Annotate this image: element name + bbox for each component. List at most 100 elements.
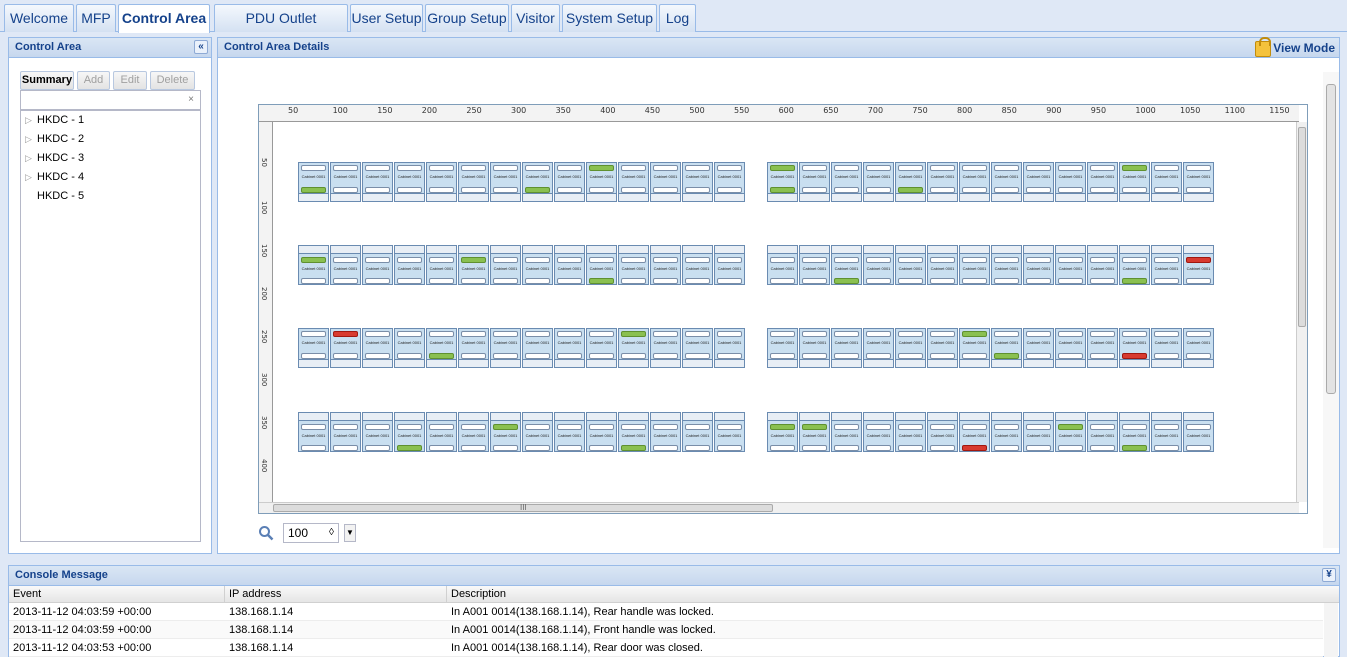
table-row[interactable]: 2013-11-12 04:03:53 +00:00 138.168.1.14 … [9, 639, 1323, 657]
rack-cabinet[interactable]: Cabinet 0001 [959, 412, 990, 452]
rack-cabinet[interactable]: Cabinet 0001 [586, 412, 617, 452]
tree-search-input[interactable]: × [20, 90, 201, 110]
rack-cabinet[interactable]: Cabinet 0001 [959, 245, 990, 285]
rack-cabinet[interactable]: Cabinet 0001 [1023, 412, 1054, 452]
rack-cabinet[interactable]: Cabinet 0001 [394, 328, 425, 368]
rack-cabinet[interactable]: Cabinet 0001 [1119, 245, 1150, 285]
rack-cabinet[interactable]: Cabinet 0001 [330, 245, 361, 285]
rack-cabinet[interactable]: Cabinet 0001 [991, 245, 1022, 285]
rack-cabinet[interactable]: Cabinet 0001 [831, 328, 862, 368]
rack-cabinet[interactable]: Cabinet 0001 [959, 162, 990, 202]
rack-cabinet[interactable]: Cabinet 0001 [1151, 162, 1182, 202]
rack-cabinet[interactable]: Cabinet 0001 [618, 328, 649, 368]
rack-cabinet[interactable]: Cabinet 0001 [426, 245, 457, 285]
rack-cabinet[interactable]: Cabinet 0001 [554, 245, 585, 285]
rack-cabinet[interactable]: Cabinet 0001 [895, 245, 926, 285]
rack-cabinet[interactable]: Cabinet 0001 [650, 412, 681, 452]
tree-item-hkdc-2[interactable]: ▷ HKDC - 2 [21, 130, 200, 149]
rack-cabinet[interactable]: Cabinet 0001 [586, 245, 617, 285]
rack-cabinet[interactable]: Cabinet 0001 [767, 162, 798, 202]
rack-cabinet[interactable]: Cabinet 0001 [362, 162, 393, 202]
rack-cabinet[interactable]: Cabinet 0001 [799, 412, 830, 452]
canvas-horizontal-scrollbar[interactable]: III [259, 502, 1299, 513]
rack-cabinet[interactable]: Cabinet 0001 [554, 328, 585, 368]
rack-cabinet[interactable]: Cabinet 0001 [1119, 412, 1150, 452]
zoom-level-input[interactable]: 100 ◊ [283, 523, 339, 543]
column-event[interactable]: Event [9, 586, 225, 603]
rack-cabinet[interactable]: Cabinet 0001 [330, 162, 361, 202]
rack-cabinet[interactable]: Cabinet 0001 [1023, 162, 1054, 202]
rack-cabinet[interactable]: Cabinet 0001 [682, 162, 713, 202]
rack-cabinet[interactable]: Cabinet 0001 [799, 328, 830, 368]
rack-cabinet[interactable]: Cabinet 0001 [1023, 245, 1054, 285]
rack-cabinet[interactable]: Cabinet 0001 [991, 412, 1022, 452]
rack-cabinet[interactable]: Cabinet 0001 [959, 328, 990, 368]
rack-cabinet[interactable]: Cabinet 0001 [1087, 162, 1118, 202]
rack-cabinet[interactable]: Cabinet 0001 [1087, 328, 1118, 368]
rack-cabinet[interactable]: Cabinet 0001 [330, 412, 361, 452]
rack-cabinet[interactable]: Cabinet 0001 [863, 412, 894, 452]
rack-cabinet[interactable]: Cabinet 0001 [895, 328, 926, 368]
edit-button[interactable]: Edit [113, 71, 147, 90]
rack-cabinet[interactable]: Cabinet 0001 [1023, 328, 1054, 368]
rack-cabinet[interactable]: Cabinet 0001 [490, 412, 521, 452]
delete-button[interactable]: Delete [150, 71, 195, 90]
tab-welcome[interactable]: Welcome [4, 4, 74, 32]
rack-cabinet[interactable]: Cabinet 0001 [618, 412, 649, 452]
rack-cabinet[interactable]: Cabinet 0001 [895, 162, 926, 202]
rack-cabinet[interactable]: Cabinet 0001 [362, 412, 393, 452]
rack-cabinet[interactable]: Cabinet 0001 [1055, 162, 1086, 202]
rack-cabinet[interactable]: Cabinet 0001 [1055, 412, 1086, 452]
rack-cabinet[interactable]: Cabinet 0001 [490, 162, 521, 202]
tab-pdu-outlet-grouping[interactable]: PDU Outlet Grouping [214, 4, 348, 52]
expand-arrow-icon[interactable]: ▷ [25, 168, 32, 187]
rack-cabinet[interactable]: Cabinet 0001 [895, 412, 926, 452]
tree-item-hkdc-5[interactable]: HKDC - 5 [21, 187, 200, 206]
rack-cabinet[interactable]: Cabinet 0001 [490, 245, 521, 285]
rack-cabinet[interactable]: Cabinet 0001 [1087, 245, 1118, 285]
rack-cabinet[interactable]: Cabinet 0001 [682, 245, 713, 285]
rack-cabinet[interactable]: Cabinet 0001 [522, 328, 553, 368]
rack-cabinet[interactable]: Cabinet 0001 [426, 162, 457, 202]
rack-cabinet[interactable]: Cabinet 0001 [1151, 328, 1182, 368]
rack-cabinet[interactable]: Cabinet 0001 [522, 162, 553, 202]
floor-plan-canvas[interactable]: 50 100 150 200 250 300 350 400 450 500 550 600 650 70… [258, 104, 1308, 514]
rack-cabinet[interactable]: Cabinet 0001 [330, 328, 361, 368]
tab-system-setup[interactable]: System Setup [562, 4, 657, 32]
tab-group-setup[interactable]: Group Setup [425, 4, 509, 32]
tree-item-hkdc-3[interactable]: ▷ HKDC - 3 [21, 149, 200, 168]
rack-cabinet[interactable]: Cabinet 0001 [831, 245, 862, 285]
rack-cabinet[interactable]: Cabinet 0001 [927, 328, 958, 368]
rack-cabinet[interactable]: Cabinet 0001 [426, 328, 457, 368]
rack-cabinet[interactable]: Cabinet 0001 [1055, 328, 1086, 368]
rack-cabinet[interactable]: Cabinet 0001 [554, 412, 585, 452]
tab-mfp[interactable]: MFP [76, 4, 116, 32]
details-vscroll-thumb[interactable] [1326, 84, 1336, 394]
column-description[interactable]: Description [447, 586, 1323, 603]
rack-cabinet[interactable]: Cabinet 0001 [714, 328, 745, 368]
tree-item-hkdc-1[interactable]: ▷ HKDC - 1 [21, 111, 200, 130]
rack-cabinet[interactable]: Cabinet 0001 [767, 245, 798, 285]
rack-cabinet[interactable]: Cabinet 0001 [1055, 245, 1086, 285]
tab-log[interactable]: Log [659, 4, 696, 32]
rack-cabinet[interactable]: Cabinet 0001 [714, 245, 745, 285]
rack-cabinet[interactable]: Cabinet 0001 [991, 162, 1022, 202]
tab-visitor[interactable]: Visitor [511, 4, 560, 32]
expand-arrow-icon[interactable]: ▷ [25, 149, 32, 168]
rack-cabinet[interactable]: Cabinet 0001 [927, 162, 958, 202]
rack-cabinet[interactable]: Cabinet 0001 [714, 162, 745, 202]
view-mode-button[interactable]: View Mode [1255, 36, 1335, 57]
rack-cabinet[interactable]: Cabinet 0001 [863, 245, 894, 285]
rack-cabinet[interactable]: Cabinet 0001 [831, 412, 862, 452]
rack-cabinet[interactable]: Cabinet 0001 [362, 245, 393, 285]
rack-cabinet[interactable]: Cabinet 0001 [927, 245, 958, 285]
rack-cabinet[interactable]: Cabinet 0001 [714, 412, 745, 452]
rack-cabinet[interactable]: Cabinet 0001 [1119, 162, 1150, 202]
rack-cabinet[interactable]: Cabinet 0001 [522, 245, 553, 285]
rack-cabinet[interactable]: Cabinet 0001 [522, 412, 553, 452]
rack-cabinet[interactable]: Cabinet 0001 [458, 245, 489, 285]
rack-cabinet[interactable]: Cabinet 0001 [1087, 412, 1118, 452]
expand-console-icon[interactable]: ¥ [1322, 568, 1336, 582]
tab-control-area[interactable]: Control Area [118, 4, 210, 33]
rack-cabinet[interactable]: Cabinet 0001 [1183, 328, 1214, 368]
